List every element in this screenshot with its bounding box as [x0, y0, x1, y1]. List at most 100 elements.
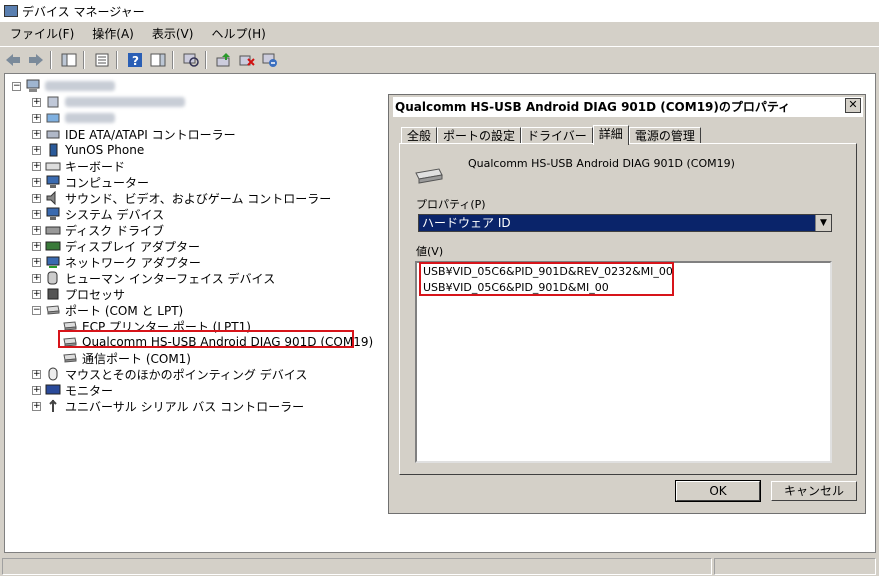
window-title: デバイス マネージャー [22, 4, 145, 19]
tree-item-label: サウンド、ビデオ、およびゲーム コントローラー [65, 191, 332, 206]
tree-item-ide-ata-atapi-controllers[interactable]: + IDE ATA/ATAPI コントローラー [32, 126, 236, 142]
expand-icon[interactable]: + [32, 161, 41, 171]
action-pane-button[interactable] [148, 50, 168, 70]
expand-icon[interactable]: + [32, 369, 41, 379]
close-button[interactable]: ✕ [845, 98, 861, 113]
sound-icon [46, 191, 56, 205]
tab-general[interactable]: 全般 [401, 127, 438, 144]
toolbar-separator [116, 51, 118, 69]
tree-item-blurred-1[interactable]: + [32, 94, 185, 110]
tab-port-settings[interactable]: ポートの設定 [437, 127, 522, 144]
tree-item-label: モニター [65, 383, 114, 398]
menu-help[interactable]: ヘルプ(H) [201, 25, 273, 42]
back-button[interactable] [3, 50, 23, 70]
expand-icon[interactable]: + [32, 289, 41, 299]
tree-root[interactable]: − [12, 78, 115, 94]
port-icon [63, 353, 77, 363]
toolbar: ? [0, 46, 879, 73]
tree-item-yunos-phone[interactable]: + YunOS Phone [32, 142, 144, 158]
tree-item-monitors[interactable]: + モニター [32, 382, 113, 398]
blurred-label [65, 113, 115, 123]
update-driver-button[interactable] [214, 50, 234, 70]
status-pane-main [2, 558, 712, 575]
properties-button[interactable] [92, 50, 112, 70]
tree-item-ports-com-lpt[interactable]: − ポート (COM と LPT) [32, 302, 183, 318]
phone-icon [49, 143, 58, 157]
tree-item-usb-controllers[interactable]: + ユニバーサル シリアル バス コントローラー [32, 398, 304, 414]
ok-button[interactable]: OK [675, 480, 761, 502]
expand-icon[interactable]: + [32, 177, 41, 187]
tab-power-management[interactable]: 電源の管理 [628, 127, 701, 144]
disable-button[interactable] [260, 50, 280, 70]
uninstall-icon [239, 55, 255, 66]
tab-strip: 全般 ポートの設定 ドライバー 詳細 電源の管理 [401, 125, 701, 145]
expand-icon[interactable]: + [32, 241, 41, 251]
tree-item-human-interface-devices[interactable]: + ヒューマン インターフェイス デバイス [32, 270, 275, 286]
title-bar: デバイス マネージャー [0, 0, 879, 22]
tree-item-label: ネットワーク アダプター [65, 255, 201, 270]
chevron-down-icon[interactable]: ▼ [815, 215, 831, 231]
toolbar-separator [205, 51, 207, 69]
tree-item-label: ヒューマン インターフェイス デバイス [65, 271, 276, 286]
back-arrow-icon [6, 54, 20, 66]
menu-view[interactable]: 表示(V) [142, 25, 202, 42]
tree-item-display-adapters[interactable]: + ディスプレイ アダプター [32, 238, 200, 254]
tree-item-mice-pointing-devices[interactable]: + マウスとそのほかのポインティング デバイス [32, 366, 307, 382]
menu-bar: ファイル(F) 操作(A) 表示(V) ヘルプ(H) [0, 23, 879, 44]
expand-icon[interactable]: + [32, 97, 41, 107]
tree-item-label: 通信ポート (COM1) [82, 351, 191, 366]
forward-arrow-icon [29, 54, 43, 66]
help-button[interactable]: ? [125, 50, 145, 70]
property-select[interactable]: ハードウェア ID ▼ [418, 214, 832, 232]
tree-item-sound-video-game-controllers[interactable]: + サウンド、ビデオ、およびゲーム コントローラー [32, 190, 331, 206]
expand-icon[interactable]: + [32, 273, 41, 283]
disable-device-icon [262, 53, 277, 67]
collapse-icon[interactable]: − [32, 305, 41, 315]
update-driver-icon [216, 53, 230, 67]
tree-item-label: マウスとそのほかのポインティング デバイス [65, 367, 308, 382]
tree-item-network-adapters[interactable]: + ネットワーク アダプター [32, 254, 201, 270]
expand-icon[interactable]: + [32, 193, 41, 203]
device-category-icon [47, 96, 59, 108]
scan-hardware-button[interactable] [181, 50, 201, 70]
monitor-icon [45, 384, 61, 395]
tree-item-communications-port[interactable]: 通信ポート (COM1) [62, 350, 191, 366]
network-icon [46, 256, 60, 268]
tab-driver[interactable]: ドライバー [521, 127, 593, 144]
tree-item-label: コンピューター [65, 175, 150, 190]
expand-icon[interactable]: + [32, 257, 41, 267]
display-icon [45, 241, 61, 251]
action-pane-icon [150, 53, 166, 67]
show-hide-console-tree-button[interactable] [59, 50, 79, 70]
tree-item-keyboards[interactable]: + キーボード [32, 158, 125, 174]
computer-icon [46, 207, 60, 220]
tree-item-blurred-2[interactable]: + [32, 110, 115, 126]
svg-text:?: ? [132, 54, 139, 68]
tree-item-computer[interactable]: + コンピューター [32, 174, 149, 190]
menu-action[interactable]: 操作(A) [82, 25, 142, 42]
expand-icon[interactable]: + [32, 129, 41, 139]
port-icon [46, 305, 60, 315]
tree-item-label: システム デバイス [65, 207, 165, 222]
expand-icon[interactable]: + [32, 225, 41, 235]
tree-item-system-devices[interactable]: + システム デバイス [32, 206, 164, 222]
uninstall-button[interactable] [237, 50, 257, 70]
expand-icon[interactable]: + [32, 145, 41, 155]
help-icon: ? [128, 53, 142, 68]
menu-file[interactable]: ファイル(F) [0, 25, 82, 42]
tree-item-processors[interactable]: + プロセッサ [32, 286, 125, 302]
port-device-icon [415, 168, 443, 184]
expand-icon[interactable]: + [32, 385, 41, 395]
status-pane-side [714, 558, 876, 575]
tab-details[interactable]: 詳細 [592, 125, 629, 145]
collapse-icon[interactable]: − [12, 81, 21, 91]
disk-icon [45, 226, 61, 235]
expand-icon[interactable]: + [32, 209, 41, 219]
cancel-button[interactable]: キャンセル [771, 481, 857, 501]
expand-icon[interactable]: + [32, 113, 41, 123]
toolbar-separator [83, 51, 85, 69]
expand-icon[interactable]: + [32, 401, 41, 411]
forward-button[interactable] [26, 50, 46, 70]
tree-item-disk-drives[interactable]: + ディスク ドライブ [32, 222, 164, 238]
value-label: 値(V) [416, 245, 444, 258]
